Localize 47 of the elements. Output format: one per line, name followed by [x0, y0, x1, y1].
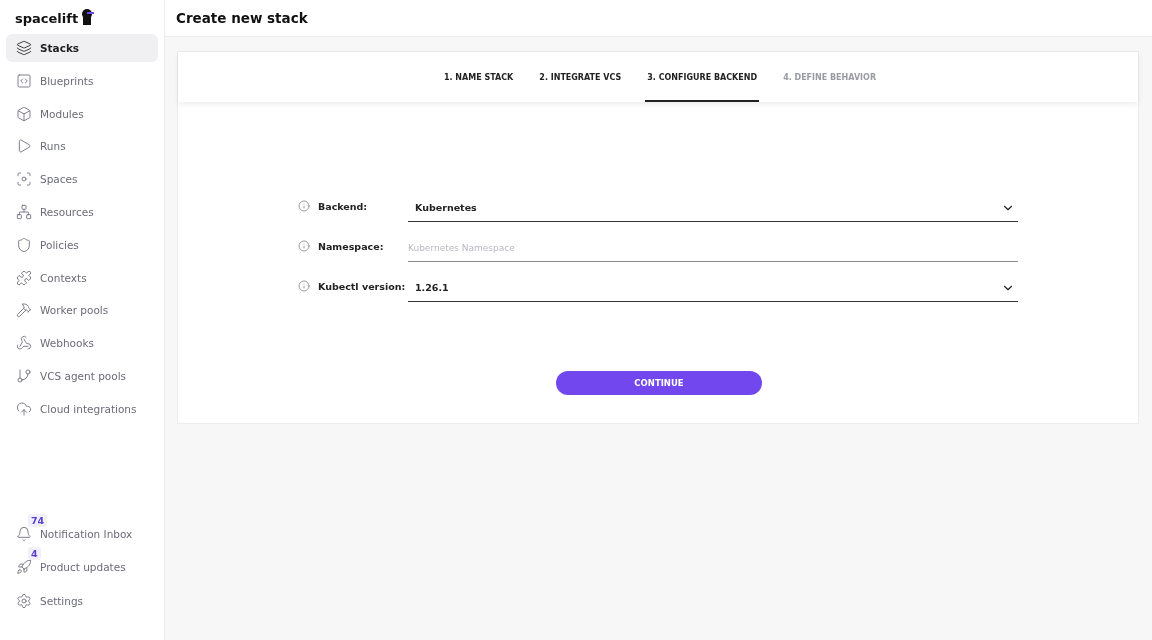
logo-text: spacelift — [15, 11, 79, 26]
branch-icon — [16, 367, 32, 384]
step-tab[interactable]: 2. INTEGRATE VCS — [537, 52, 624, 102]
step-tab[interactable]: 1. NAME STACK — [441, 52, 516, 102]
info-icon — [298, 240, 310, 252]
info-icon — [298, 200, 310, 212]
sidebar-item[interactable]: Policies — [6, 230, 158, 259]
sidebar-item[interactable]: Stacks — [6, 34, 158, 62]
sidebar-item[interactable]: Worker pools — [6, 296, 158, 325]
webhook-icon — [16, 335, 32, 352]
select-field[interactable]: Kubernetes — [408, 194, 1018, 222]
sidebar-item[interactable]: Notification Inbox 74 — [6, 513, 158, 546]
bell-icon — [16, 525, 32, 542]
hierarchy-icon — [16, 204, 32, 220]
count-badge: 74 — [28, 513, 48, 527]
field-label: Backend: — [318, 200, 368, 212]
sidebar-item[interactable]: Spaces — [6, 165, 158, 194]
page-title: Create new stack — [176, 10, 308, 26]
cloud-upload-icon — [16, 400, 32, 417]
info-icon — [298, 280, 310, 292]
rocket-icon — [16, 559, 32, 575]
code-window-icon — [16, 72, 32, 89]
hammer-icon — [16, 302, 32, 319]
sidebar-item[interactable]: Blueprints — [6, 66, 158, 95]
sidebar-item[interactable]: Modules — [6, 99, 158, 128]
field-label: Kubectl version: — [318, 280, 406, 292]
shield-icon — [16, 236, 32, 253]
settings-icon — [16, 592, 32, 609]
logo-mascot-icon — [79, 8, 96, 26]
sidebar-item[interactable]: Webhooks — [6, 329, 158, 358]
field-label: Namespace: — [318, 240, 384, 252]
select-field[interactable]: 1.26.1 — [408, 274, 1018, 302]
continue-button[interactable]: CONTINUE — [556, 371, 762, 395]
cube-icon — [16, 105, 32, 122]
step-tab[interactable]: 3. CONFIGURE BACKEND — [645, 52, 760, 102]
puzzle-icon — [16, 269, 32, 286]
sidebar-item[interactable]: Settings — [6, 580, 158, 613]
play-icon — [16, 138, 32, 155]
sidebar-item[interactable]: Resources — [6, 198, 158, 226]
sidebar-item[interactable]: Cloud integrations — [6, 394, 158, 423]
layers-icon — [16, 40, 32, 56]
sidebar-item[interactable]: Product updates 4 — [6, 547, 158, 579]
sidebar-item[interactable]: Contexts — [6, 263, 158, 292]
focus-icon — [16, 171, 32, 188]
count-badge: 4 — [28, 547, 41, 560]
sidebar-item[interactable]: VCS agent pools — [6, 361, 158, 390]
sidebar-item[interactable]: Runs — [6, 132, 158, 161]
